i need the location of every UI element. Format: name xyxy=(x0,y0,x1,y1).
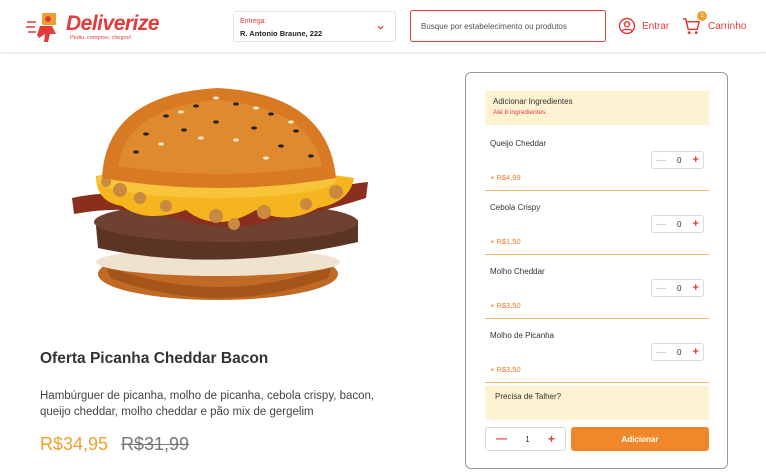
address-label: Entrega: xyxy=(240,18,267,25)
delivery-address-select[interactable]: Entrega: R. Antonio Braune, 222 xyxy=(233,11,396,42)
order-qty: 1 xyxy=(525,434,530,444)
login-label: Entrar xyxy=(642,20,670,32)
search-input[interactable] xyxy=(410,10,606,42)
ingredient-qty: 0 xyxy=(677,155,682,165)
add-to-cart-button[interactable]: Adicionar xyxy=(571,427,709,451)
product-price: R$34,95 xyxy=(40,434,109,454)
ingredient-name: Cebola Crispy xyxy=(490,203,541,212)
cart-count-badge: 1 xyxy=(697,11,707,21)
ingredient-stepper: — 0 + xyxy=(651,151,704,169)
ingredients-subtitle: Até 8 ingredientes. xyxy=(493,109,548,116)
increase-button[interactable]: + xyxy=(693,218,699,230)
ingredient-stepper: — 0 + xyxy=(651,215,704,233)
decrease-button[interactable]: — xyxy=(656,219,666,230)
increase-button[interactable]: + xyxy=(693,346,699,358)
ingredient-row: Molho de Picanha — 0 + + R$3,50 xyxy=(485,319,709,383)
ingredient-price: + R$4,99 xyxy=(490,173,521,182)
ingredient-qty: 0 xyxy=(677,347,682,357)
ingredient-row: Queijo Cheddar — 0 + + R$4,99 xyxy=(485,127,709,191)
logo-text: Deliverize xyxy=(66,12,160,35)
user-circle-icon xyxy=(618,17,636,35)
ingredient-stepper: — 0 + xyxy=(651,343,704,361)
increase-button[interactable]: + xyxy=(693,282,699,294)
decrease-button[interactable]: — xyxy=(656,283,666,294)
address-value: R. Antonio Braune, 222 xyxy=(240,29,323,38)
product-title: Oferta Picanha Cheddar Bacon xyxy=(40,350,269,367)
increase-button[interactable]: + xyxy=(693,154,699,166)
cutlery-title: Precisa de Talher? xyxy=(495,392,562,401)
ingredient-qty: 0 xyxy=(677,219,682,229)
ingredient-price: + R$1,50 xyxy=(490,237,521,246)
order-decrease-button[interactable]: — xyxy=(496,433,507,445)
logo-tagline: Pediu, comprou, chegou! xyxy=(70,35,132,41)
order-increase-button[interactable]: + xyxy=(548,432,555,446)
decrease-button[interactable]: — xyxy=(656,155,666,166)
ingredient-name: Queijo Cheddar xyxy=(490,139,547,148)
ingredient-price: + R$3,50 xyxy=(490,365,521,374)
ingredients-title: Adicionar Ingredientes xyxy=(493,97,573,106)
cart-button[interactable]: 1 Carrinho xyxy=(682,11,747,36)
chevron-down-icon xyxy=(377,25,384,30)
ingredient-stepper: — 0 + xyxy=(651,279,704,297)
ingredient-name: Molho Cheddar xyxy=(490,267,545,276)
delivery-runner-icon xyxy=(26,13,56,42)
header: Deliverize Pediu, comprou, chegou! Entre… xyxy=(0,0,766,53)
ingredient-price: + R$3,50 xyxy=(490,301,521,310)
logo[interactable]: Deliverize Pediu, comprou, chegou! xyxy=(26,10,160,44)
ingredients-header: Adicionar Ingredientes Até 8 ingrediente… xyxy=(485,91,709,125)
ingredient-row: Cebola Crispy — 0 + + R$1,50 xyxy=(485,191,709,255)
product-description: Hambúrguer de picanha, molho de picanha,… xyxy=(40,390,375,418)
cart-label: Carrinho xyxy=(708,20,747,32)
decrease-button[interactable]: — xyxy=(656,347,666,358)
product-old-price: R$31,99 xyxy=(121,434,190,454)
product-image xyxy=(72,88,368,300)
order-quantity-stepper: — 1 + xyxy=(485,427,566,451)
login-button[interactable]: Entrar xyxy=(618,16,669,36)
ingredient-row: Molho Cheddar — 0 + + R$3,50 xyxy=(485,255,709,319)
cutlery-section[interactable]: Precisa de Talher? xyxy=(485,386,709,420)
ingredients-panel: Adicionar Ingredientes Até 8 ingrediente… xyxy=(465,72,728,469)
ingredient-qty: 0 xyxy=(677,283,682,293)
ingredient-name: Molho de Picanha xyxy=(490,331,555,340)
